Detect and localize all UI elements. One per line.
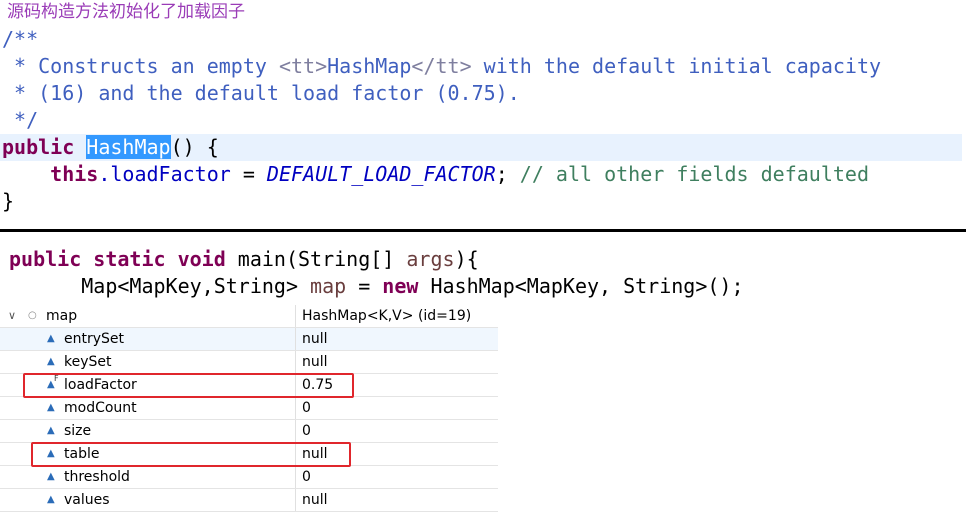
javadoc-line-1: * Constructs an empty <tt>HashMap</tt> w… bbox=[2, 54, 882, 78]
constructor-source: /** * Constructs an empty <tt>HashMap</t… bbox=[0, 26, 975, 215]
caption: 源码构造方法初始化了加载因子 bbox=[7, 2, 245, 22]
variable-row-entryset[interactable]: ▲ entrySet null bbox=[0, 328, 498, 351]
variable-name-cell: ▲ values bbox=[0, 489, 296, 511]
selected-constructor-name[interactable]: HashMap bbox=[86, 135, 171, 159]
object-instance-icon: ○ bbox=[28, 310, 37, 321]
javadoc-close: */ bbox=[2, 108, 39, 132]
field-value: 0 bbox=[302, 423, 311, 439]
constructor-close: } bbox=[2, 189, 15, 213]
variable-row-modcount[interactable]: ▲ modCount 0 bbox=[0, 397, 498, 420]
field-triangle-icon: ▲ bbox=[47, 333, 55, 344]
variable-row-map[interactable]: ∨ ○ map HashMap<K,V> (id=19) bbox=[0, 305, 498, 328]
variable-row-values[interactable]: ▲ values null bbox=[0, 489, 498, 512]
variable-row-size[interactable]: ▲ size 0 bbox=[0, 420, 498, 443]
map-declaration: Map<MapKey,String> map = new HashMap<Map… bbox=[81, 274, 744, 298]
field-name: entrySet bbox=[64, 331, 125, 347]
variables-view: ∨ ○ map HashMap<K,V> (id=19) ▲ entrySet … bbox=[0, 305, 498, 512]
variable-name-cell: ▲ entrySet bbox=[0, 328, 296, 350]
field-triangle-icon: ▲ bbox=[47, 402, 55, 413]
field-value: 0 bbox=[302, 469, 311, 485]
variable-name-cell: ▲ size bbox=[0, 420, 296, 442]
javadoc-line-2: * (16) and the default load factor (0.75… bbox=[2, 81, 520, 105]
field-triangle-icon: ▲ bbox=[47, 471, 55, 482]
variable-name-cell: ▲ modCount bbox=[0, 397, 296, 419]
javadoc-open: /** bbox=[2, 27, 39, 51]
variable-name-cell: ▲ keySet bbox=[0, 351, 296, 373]
variable-name: map bbox=[46, 308, 78, 324]
chevron-down-icon[interactable]: ∨ bbox=[8, 305, 16, 327]
variable-value: HashMap<K,V> (id=19) bbox=[302, 308, 472, 324]
variable-row-threshold[interactable]: ▲ threshold 0 bbox=[0, 466, 498, 489]
variable-row-keyset[interactable]: ▲ keySet null bbox=[0, 351, 498, 374]
variable-name-cell: ∨ ○ map bbox=[0, 305, 296, 327]
field-triangle-icon: ▲ bbox=[47, 494, 55, 505]
main-source: public static void main(String[] args){ … bbox=[0, 246, 744, 300]
field-value: null bbox=[302, 331, 328, 347]
constructor-body: this.loadFactor = DEFAULT_LOAD_FACTOR; /… bbox=[50, 162, 869, 186]
field-value: null bbox=[302, 492, 328, 508]
loadfactor-highlight-box bbox=[23, 373, 354, 398]
field-name: size bbox=[64, 423, 92, 439]
field-name: threshold bbox=[64, 469, 130, 485]
table-highlight-box bbox=[31, 442, 351, 467]
variable-name-cell: ▲ threshold bbox=[0, 466, 296, 488]
main-signature: public static void main(String[] args){ bbox=[9, 247, 479, 271]
field-name: modCount bbox=[64, 400, 137, 416]
section-divider bbox=[0, 229, 966, 232]
constructor-signature[interactable]: public HashMap() { bbox=[0, 134, 962, 161]
field-name: values bbox=[64, 492, 110, 508]
field-value: null bbox=[302, 354, 328, 370]
field-triangle-icon: ▲ bbox=[47, 425, 55, 436]
field-value: 0 bbox=[302, 400, 311, 416]
field-name: keySet bbox=[64, 354, 112, 370]
